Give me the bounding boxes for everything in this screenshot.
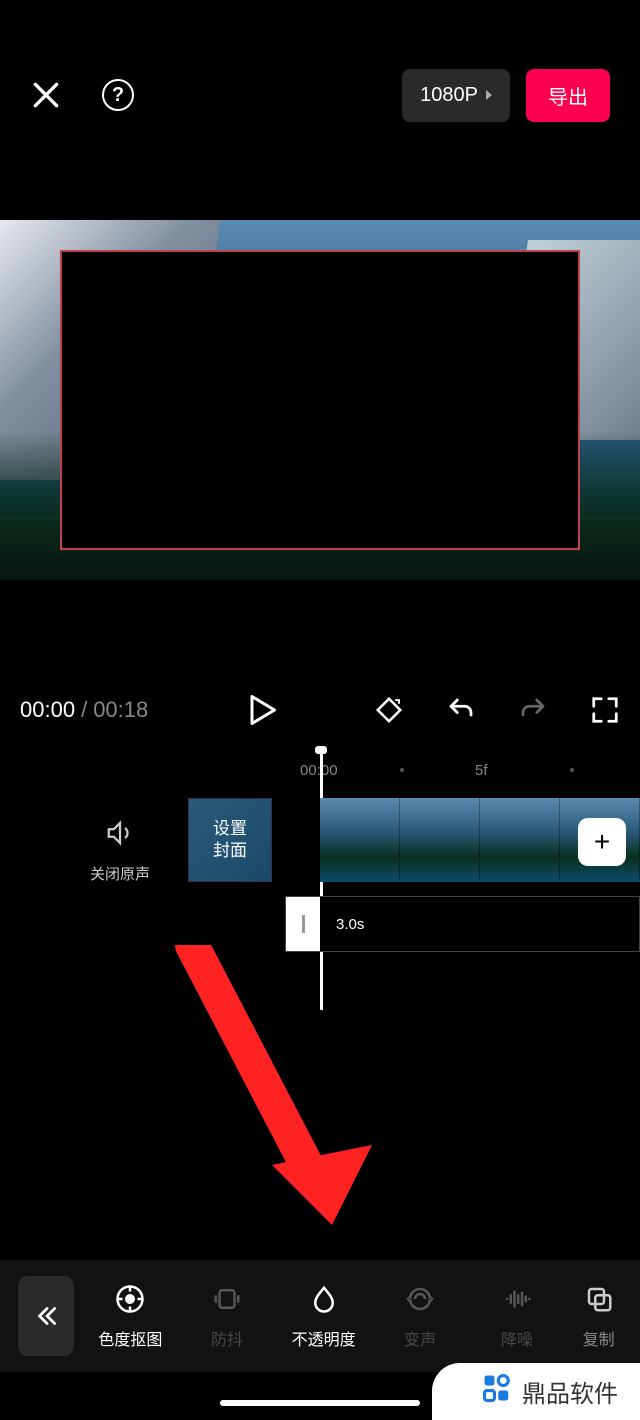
tool-label: 复制	[583, 1326, 615, 1350]
denoise-icon	[500, 1282, 534, 1316]
add-clip-button[interactable]: +	[578, 818, 626, 866]
tool-voice[interactable]: 变声	[380, 1282, 460, 1350]
total-time: 00:18	[93, 697, 148, 722]
clip-thumb	[320, 798, 400, 882]
close-button[interactable]	[30, 79, 62, 111]
keyframe-button[interactable]	[374, 695, 404, 725]
watermark-text: 鼎品软件	[522, 1374, 618, 1409]
tools-back-button[interactable]	[18, 1276, 74, 1356]
tool-label: 色度抠图	[98, 1326, 162, 1350]
opacity-icon	[307, 1282, 341, 1316]
ruler-tick	[570, 768, 574, 772]
undo-button[interactable]	[446, 695, 476, 725]
resolution-label: 1080P	[420, 84, 478, 107]
home-indicator	[220, 1400, 420, 1406]
tool-denoise[interactable]: 降噪	[477, 1282, 557, 1350]
export-button[interactable]: 导出	[526, 69, 610, 122]
mute-label: 关闭原声	[90, 863, 150, 884]
fullscreen-button[interactable]	[590, 695, 620, 725]
tool-chroma[interactable]: 色度抠图	[90, 1282, 170, 1350]
clip-thumb	[400, 798, 480, 882]
watermark-icon	[482, 1373, 512, 1410]
current-time: 00:00	[20, 697, 75, 722]
audio-handle[interactable]	[286, 897, 320, 951]
ruler-tick	[400, 768, 404, 772]
overlay-frame[interactable]	[60, 250, 580, 550]
tool-stabilize[interactable]: 防抖	[187, 1282, 267, 1350]
chevron-down-icon	[486, 90, 492, 100]
redo-button[interactable]	[518, 695, 548, 725]
stabilize-icon	[210, 1282, 244, 1316]
tool-label: 变声	[404, 1326, 436, 1350]
audio-duration: 3.0s	[336, 916, 364, 933]
time-display: 00:00/00:18	[20, 697, 148, 723]
video-preview[interactable]	[0, 220, 640, 580]
audio-track[interactable]: 3.0s	[285, 896, 640, 952]
chroma-icon	[113, 1282, 147, 1316]
tool-label: 防抖	[211, 1326, 243, 1350]
copy-icon	[582, 1282, 616, 1316]
ruler-mark: 5f	[475, 762, 488, 779]
help-button[interactable]: ?	[102, 79, 134, 111]
resolution-button[interactable]: 1080P	[402, 69, 510, 122]
clip-thumb	[480, 798, 560, 882]
tool-label: 降噪	[501, 1326, 533, 1350]
timeline-tracks[interactable]: 关闭原声 设置 封面 + 3.0s	[0, 790, 640, 1040]
play-button[interactable]	[243, 692, 279, 728]
set-cover-button[interactable]: 设置 封面	[188, 798, 272, 882]
watermark: 鼎品软件	[432, 1363, 640, 1420]
voice-icon	[403, 1282, 437, 1316]
tool-label: 不透明度	[292, 1326, 356, 1350]
tool-opacity[interactable]: 不透明度	[284, 1282, 364, 1350]
ruler-mark: 00:00	[300, 762, 338, 779]
mute-icon[interactable]	[90, 818, 150, 853]
tool-copy[interactable]: 复制	[574, 1282, 624, 1350]
